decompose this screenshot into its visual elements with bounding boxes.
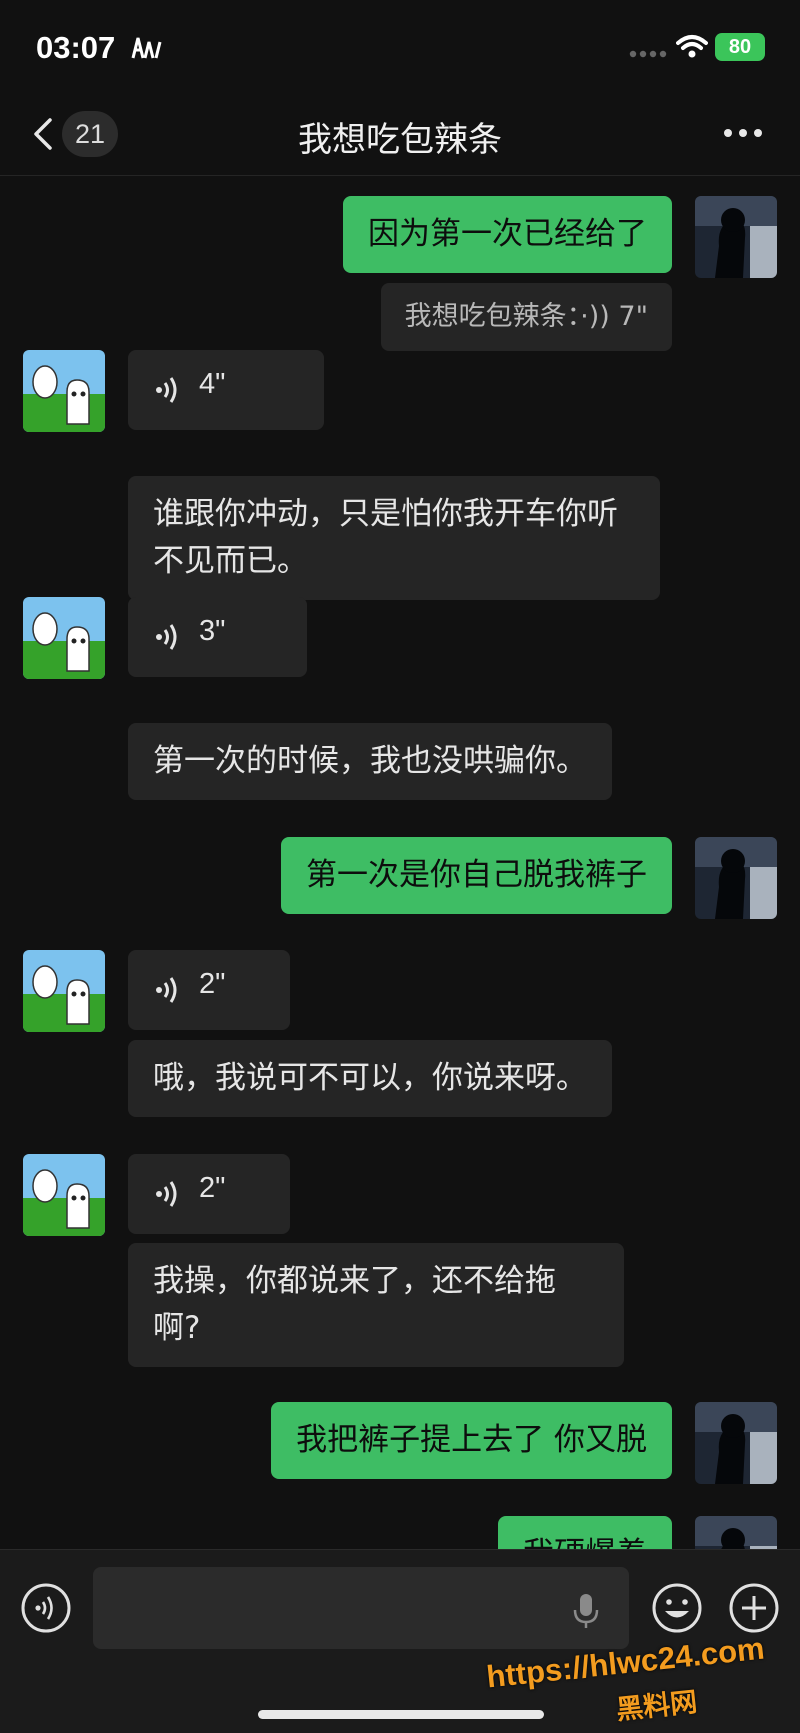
message-input[interactable] <box>93 1567 629 1649</box>
home-indicator[interactable] <box>258 1710 544 1719</box>
voice-wave-icon <box>156 624 177 650</box>
my-avatar[interactable] <box>695 1516 777 1549</box>
contact-avatar[interactable] <box>23 950 105 1032</box>
voice-message[interactable]: 2" <box>128 950 290 1030</box>
watermark-name: 黑料网 <box>614 1686 699 1727</box>
my-avatar[interactable] <box>695 1402 777 1484</box>
silhouette-avatar-icon <box>695 1516 777 1549</box>
incoming-message-bubble[interactable]: 第一次的时候，我也没哄骗你。 <box>128 723 612 800</box>
chat-title: 我想吃包辣条 <box>298 120 502 160</box>
voice-duration: 4" <box>199 368 226 400</box>
cartoon-avatar-icon <box>23 350 105 432</box>
silhouette-avatar-icon <box>695 837 777 919</box>
voice-input-toggle-icon[interactable] <box>20 1582 72 1634</box>
voice-wave-icon <box>156 977 177 1003</box>
incoming-message-bubble[interactable]: 谁跟你冲动，只是怕你我开车你听不见而已。 <box>128 476 660 600</box>
contact-avatar[interactable] <box>23 597 105 679</box>
input-toolbar: https://hlwc24.com 黑料网 <box>0 1549 800 1733</box>
silhouette-avatar-icon <box>695 1402 777 1484</box>
app-indicator-icon <box>131 37 162 59</box>
voice-message[interactable]: 3" <box>128 597 307 677</box>
outgoing-message-bubble[interactable]: 第一次是你自己脱我裤子 <box>281 837 672 914</box>
microphone-icon[interactable] <box>571 1592 601 1630</box>
outgoing-message-bubble[interactable]: 我硬爆着 <box>498 1516 672 1549</box>
cartoon-avatar-icon <box>23 1154 105 1236</box>
voice-wave-icon <box>156 1181 177 1207</box>
voice-duration: 3" <box>199 615 226 647</box>
message-list[interactable]: 因为第一次已经给了 我想吃包辣条：·)) 7" 4" 谁跟你冲动，只是怕你我开车… <box>0 177 800 1549</box>
incoming-message-bubble[interactable]: 我操，你都说来了，还不给拖啊? <box>128 1243 624 1367</box>
status-time: 03:07 <box>36 30 116 65</box>
more-options-icon[interactable] <box>723 128 763 138</box>
wifi-icon <box>676 35 708 58</box>
my-avatar[interactable] <box>695 837 777 919</box>
chat-header: 21 我想吃包辣条 <box>0 92 800 176</box>
voice-wave-icon <box>156 377 177 403</box>
voice-duration: 2" <box>199 968 226 1000</box>
voice-message[interactable]: 4" <box>128 350 324 430</box>
contact-avatar[interactable] <box>23 350 105 432</box>
outgoing-message-bubble[interactable]: 因为第一次已经给了 <box>343 196 672 273</box>
cartoon-avatar-icon <box>23 597 105 679</box>
silhouette-avatar-icon <box>695 196 777 278</box>
battery-indicator: 80 <box>715 33 765 61</box>
my-avatar[interactable] <box>695 196 777 278</box>
contact-avatar[interactable] <box>23 1154 105 1236</box>
emoji-icon[interactable] <box>651 1582 703 1634</box>
voice-message[interactable]: 2" <box>128 1154 290 1234</box>
incoming-message-bubble[interactable]: 哦，我说可不可以，你说来呀。 <box>128 1040 612 1117</box>
cellular-signal-icon <box>629 50 667 58</box>
status-bar: 03:07 80 <box>0 0 800 92</box>
voice-duration: 2" <box>199 1172 226 1204</box>
plus-icon[interactable] <box>728 1582 780 1634</box>
outgoing-message-bubble[interactable]: 我把裤子提上去了 你又脱 <box>271 1402 672 1479</box>
voice-transcript-quote[interactable]: 我想吃包辣条：·)) 7" <box>380 283 672 351</box>
cartoon-avatar-icon <box>23 950 105 1032</box>
